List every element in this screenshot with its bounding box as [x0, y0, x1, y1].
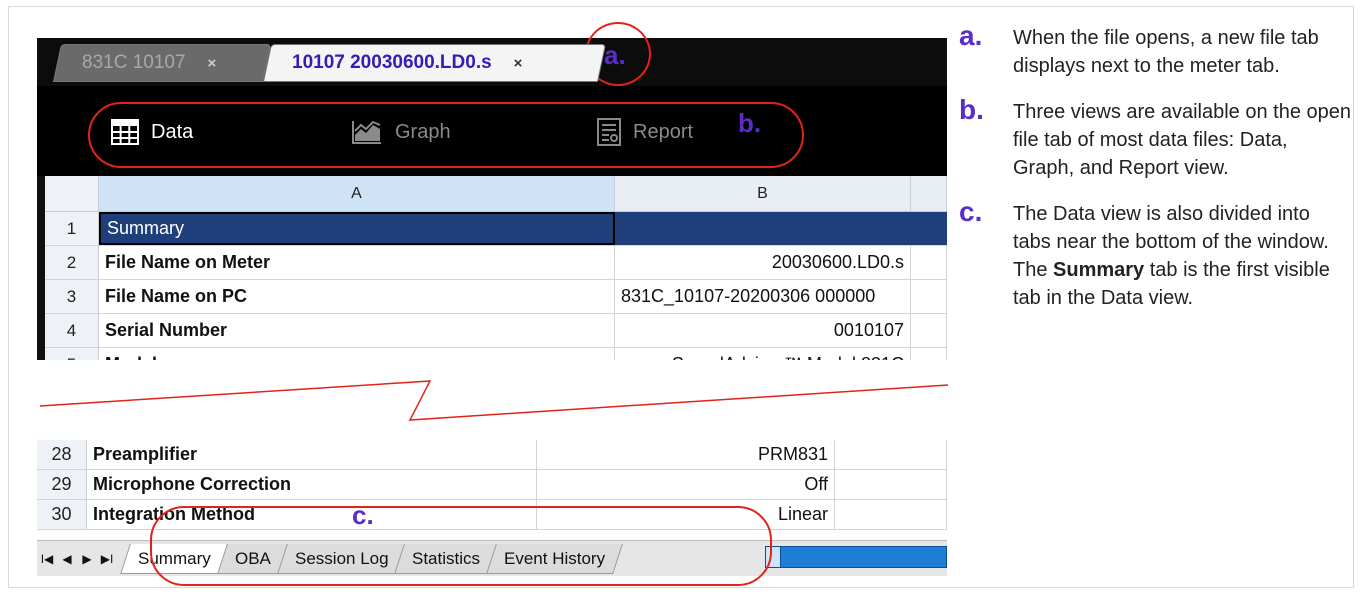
note-a: a. When the file opens, a new file tab d…: [957, 20, 1352, 80]
file-tab[interactable]: 10107 20030600.LD0.s ×: [262, 44, 607, 82]
callout-oval-c: [150, 506, 772, 586]
note-letter-a: a.: [959, 20, 983, 51]
callout-letter-c: c.: [352, 500, 374, 530]
note-text-b: Three views are available on the open fi…: [1013, 101, 1351, 179]
note-letter-c: c.: [959, 196, 983, 227]
callout-letter-a: a.: [604, 40, 626, 70]
notes-panel: a. When the file opens, a new file tab d…: [957, 20, 1352, 330]
note-b: b. Three views are available on the open…: [957, 94, 1352, 182]
note-text-a: When the file opens, a new file tab disp…: [1013, 27, 1319, 77]
note-c: c. The Data view is also divided into ta…: [957, 196, 1352, 312]
note-letter-b: b.: [959, 94, 984, 125]
callout-letter-b: b.: [738, 108, 762, 138]
note-text-c-bold: Summary: [1053, 259, 1145, 281]
callout-oval-b: [88, 102, 804, 168]
close-icon[interactable]: ×: [514, 55, 523, 72]
file-tab-label: 10107 20030600.LD0.s: [292, 52, 492, 73]
